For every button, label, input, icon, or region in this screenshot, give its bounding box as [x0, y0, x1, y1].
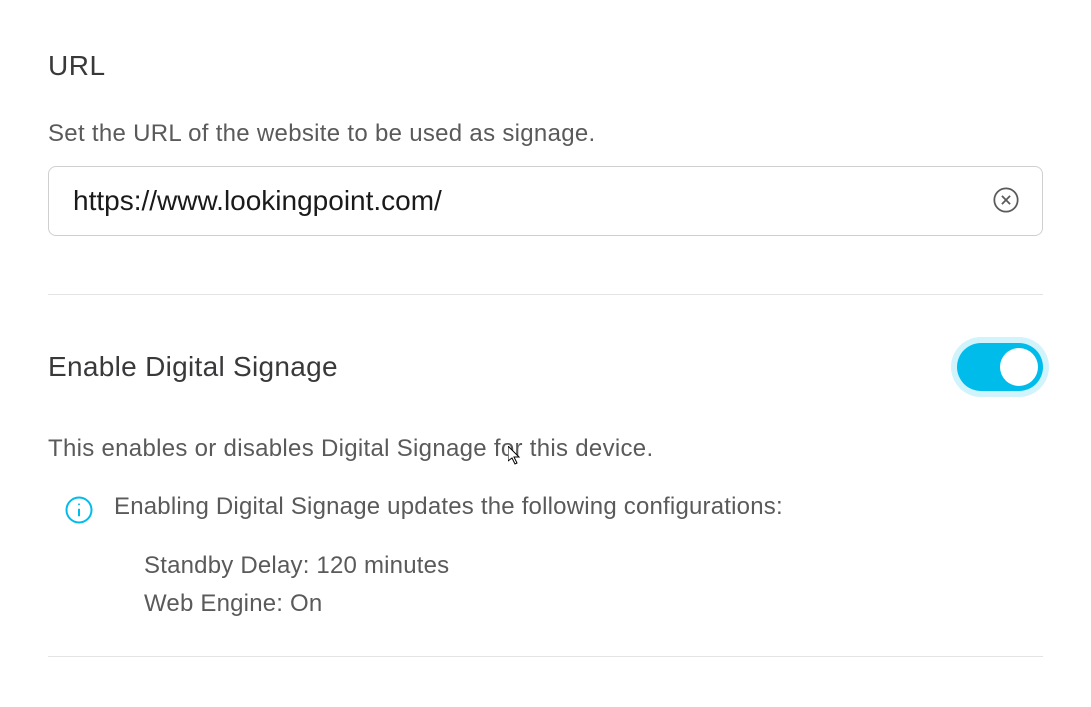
section-divider-bottom [48, 656, 1043, 657]
enable-signage-row: Enable Digital Signage [48, 343, 1043, 391]
enable-signage-label: Enable Digital Signage [48, 351, 338, 383]
standby-delay-line: Standby Delay: 120 minutes [144, 547, 1043, 585]
url-input-wrapper [48, 166, 1043, 236]
url-section: URL Set the URL of the website to be use… [48, 50, 1043, 236]
enable-signage-toggle[interactable] [957, 343, 1043, 391]
signage-info-content: Enabling Digital Signage updates the fol… [114, 493, 1043, 624]
toggle-knob [1000, 348, 1038, 386]
close-circle-icon [992, 186, 1020, 217]
signage-info-details: Standby Delay: 120 minutes Web Engine: O… [114, 547, 1043, 624]
web-engine-line: Web Engine: On [144, 585, 1043, 623]
signage-info-title: Enabling Digital Signage updates the fol… [114, 493, 1043, 521]
url-input[interactable] [48, 166, 1043, 236]
signage-section: Enable Digital Signage This enables or d… [48, 343, 1043, 624]
signage-info-row: Enabling Digital Signage updates the fol… [48, 493, 1043, 624]
info-icon [64, 495, 94, 525]
clear-url-button[interactable] [991, 186, 1021, 216]
url-section-description: Set the URL of the website to be used as… [48, 120, 1043, 148]
url-section-title: URL [48, 50, 1043, 82]
signage-description: This enables or disables Digital Signage… [48, 435, 1043, 463]
section-divider [48, 294, 1043, 295]
